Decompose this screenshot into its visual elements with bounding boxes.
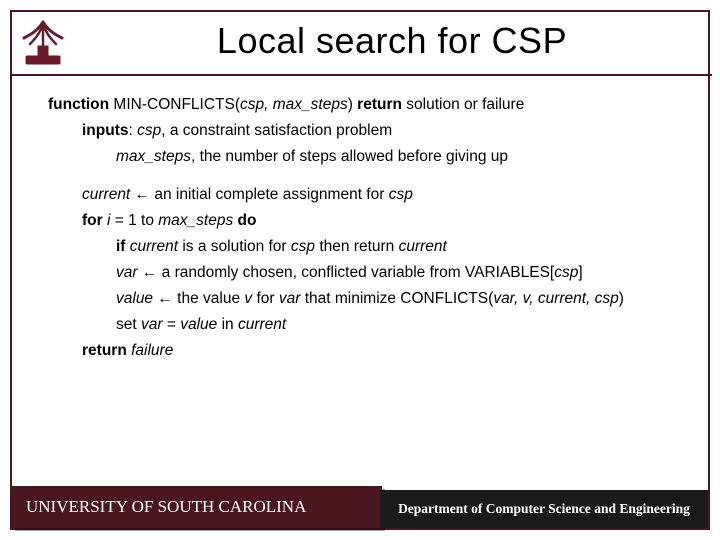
algo-inputs-2: max_steps, the number of steps allowed b… [48, 146, 688, 168]
university-logo-icon [16, 16, 70, 70]
algo-line-set: set var = value in current [48, 314, 688, 336]
footer-university: UNIVERSITY OF SOUTH CAROLINA [12, 486, 382, 528]
footer-department-text: Department of Computer Science and Engin… [398, 501, 690, 517]
slide-title: Local search for CSP [82, 20, 702, 62]
algo-line-var: var ← a randomly chosen, conflicted vari… [48, 262, 688, 284]
algo-signature: function MIN-CONFLICTS(csp, max_steps) r… [48, 94, 688, 116]
algo-line-current: current ← an initial complete assignment… [48, 184, 688, 206]
algo-line-if: if current is a solution for csp then re… [48, 236, 688, 258]
algo-line-value: value ← the value v for var that minimiz… [48, 288, 688, 310]
algorithm-body: function MIN-CONFLICTS(csp, max_steps) r… [48, 94, 688, 366]
algo-inputs-1: inputs: csp, a constraint satisfaction p… [48, 120, 688, 142]
algo-line-return: return failure [48, 340, 688, 362]
algo-line-for: for i = 1 to max_steps do [48, 210, 688, 232]
title-area: Local search for CSP [82, 20, 702, 62]
title-divider [12, 74, 712, 76]
footer-university-text: UNIVERSITY OF SOUTH CAROLINA [26, 497, 306, 517]
footer-department: Department of Computer Science and Engin… [380, 490, 708, 528]
slide-frame: Local search for CSP function MIN-CONFLI… [10, 10, 710, 530]
